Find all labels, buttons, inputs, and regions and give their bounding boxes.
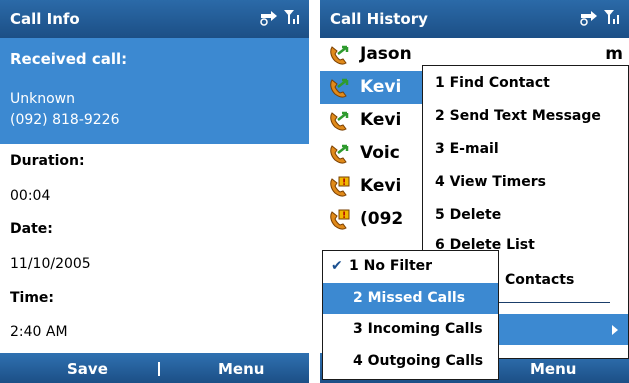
softkey-divider [158, 362, 160, 376]
submenu-arrow-icon [612, 325, 618, 335]
incoming-call-icon [330, 144, 349, 164]
connectivity-icon[interactable] [259, 8, 279, 26]
duration-value: 00:04 [10, 188, 51, 204]
connectivity-icon[interactable] [579, 8, 599, 26]
caller-number: (092) 818-9226 [10, 112, 120, 128]
status-icons [259, 8, 301, 26]
incoming-call-icon [330, 111, 349, 131]
duration-label: Duration: [10, 153, 85, 169]
status-icons [579, 8, 621, 26]
date-value: 11/10/2005 [10, 256, 91, 272]
call-info-screen: Call Info Received call: Unknown (092) 8… [0, 0, 309, 383]
menu-item-find-contact[interactable]: 1 Find Contact [423, 68, 628, 99]
signal-strength-icon[interactable] [283, 8, 301, 26]
menu-softkey[interactable]: Menu [218, 360, 264, 378]
caller-name: Voic [360, 143, 400, 163]
caller-name: (092 [360, 209, 404, 229]
filter-submenu: ✔ 1 No Filter 2 Missed Calls 3 Incoming … [322, 250, 499, 380]
call-type-tag: m [605, 44, 623, 64]
menu-item-email[interactable]: 3 E-mail [423, 134, 628, 165]
menu-item-view-timers[interactable]: 4 View Timers [423, 167, 628, 198]
save-softkey[interactable]: Save [67, 360, 108, 378]
received-call-panel: Received call: Unknown (092) 818-9226 [0, 38, 309, 144]
filter-no-filter[interactable]: ✔ 1 No Filter [323, 251, 498, 282]
menu-item-send-text-message[interactable]: 2 Send Text Message [423, 101, 628, 132]
time-value: 2:40 AM [10, 324, 68, 340]
title-bar: Call Info [0, 0, 309, 38]
time-label: Time: [10, 290, 55, 306]
caller-name: Jason [360, 44, 412, 64]
filter-missed-calls[interactable]: 2 Missed Calls [323, 283, 498, 314]
caller-name: Kevi [360, 77, 402, 97]
missed-call-icon [330, 209, 350, 230]
filter-outgoing-calls[interactable]: 4 Outgoing Calls [323, 346, 498, 377]
date-label: Date: [10, 221, 53, 237]
screen-title: Call History [330, 10, 428, 28]
screen-title: Call Info [10, 10, 80, 28]
menu-item-delete[interactable]: 5 Delete [423, 200, 628, 231]
caller-name: Kevi [360, 176, 402, 196]
softkey-bar: Save Menu [0, 353, 309, 383]
call-history-screen: Call History Jason m Kevi Kevi Voic Kevi… [320, 0, 629, 383]
signal-strength-icon[interactable] [603, 8, 621, 26]
incoming-call-icon [330, 45, 349, 65]
menu-softkey[interactable]: Menu [530, 360, 576, 378]
filter-incoming-calls[interactable]: 3 Incoming Calls [323, 314, 498, 345]
received-call-heading: Received call: [10, 50, 128, 68]
incoming-call-icon [330, 78, 349, 98]
caller-name: Unknown [10, 91, 75, 107]
caller-name: Kevi [360, 110, 402, 130]
missed-call-icon [330, 176, 350, 197]
title-bar: Call History [320, 0, 629, 38]
checkmark-icon: ✔ [331, 258, 343, 274]
